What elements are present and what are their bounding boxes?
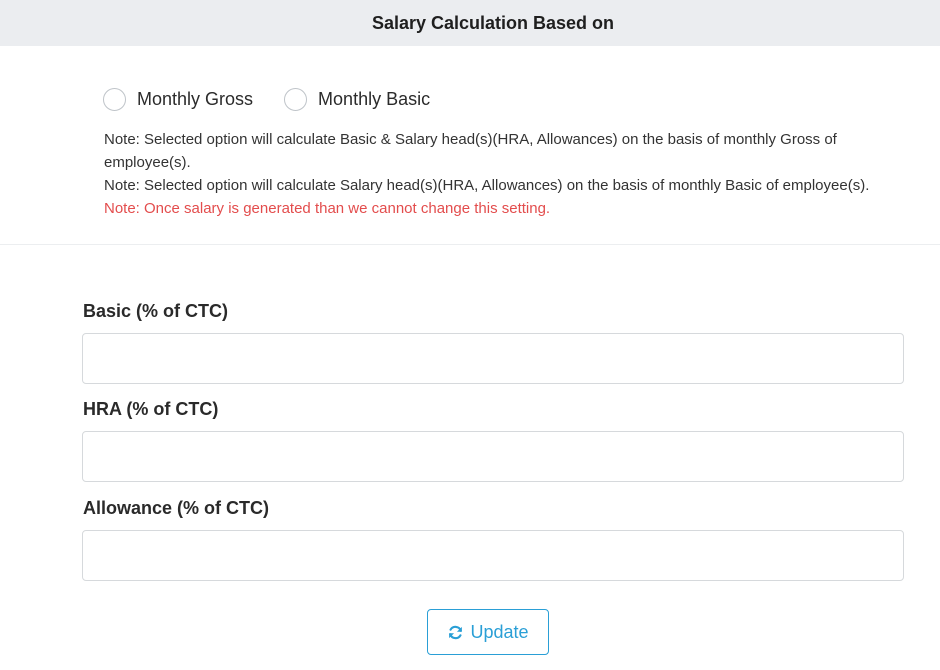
hra-input[interactable] <box>82 431 904 482</box>
monthly-basic-option[interactable]: Monthly Basic <box>284 87 430 111</box>
section-header: Salary Calculation Based on <box>0 0 940 46</box>
section-divider <box>0 244 940 245</box>
calculation-basis-radio-group: Monthly Gross Monthly Basic <box>103 85 461 113</box>
hra-label: HRA (% of CTC) <box>83 399 219 419</box>
notes-block: Note: Selected option will calculate Bas… <box>104 128 884 220</box>
monthly-gross-label[interactable]: Monthly Gross <box>137 89 253 110</box>
section-title: Salary Calculation Based on <box>371 12 615 33</box>
update-button-label: Update <box>470 621 529 642</box>
basic-input[interactable] <box>82 333 904 384</box>
basic-label: Basic (% of CTC) <box>83 301 229 321</box>
warning-note: Note: Once salary is generated than we c… <box>104 200 551 217</box>
allowance-input[interactable] <box>82 530 904 581</box>
gross-note: Note: Selected option will calculate Bas… <box>104 131 837 171</box>
basic-note: Note: Selected option will calculate Sal… <box>104 177 870 194</box>
monthly-basic-radio[interactable] <box>284 87 308 111</box>
update-button[interactable]: Update <box>427 609 549 655</box>
monthly-gross-radio[interactable] <box>103 87 126 111</box>
monthly-basic-label[interactable]: Monthly Basic <box>318 89 430 110</box>
refresh-icon <box>449 625 463 639</box>
monthly-gross-option[interactable]: Monthly Gross <box>103 87 253 111</box>
allowance-label: Allowance (% of CTC) <box>83 498 270 518</box>
